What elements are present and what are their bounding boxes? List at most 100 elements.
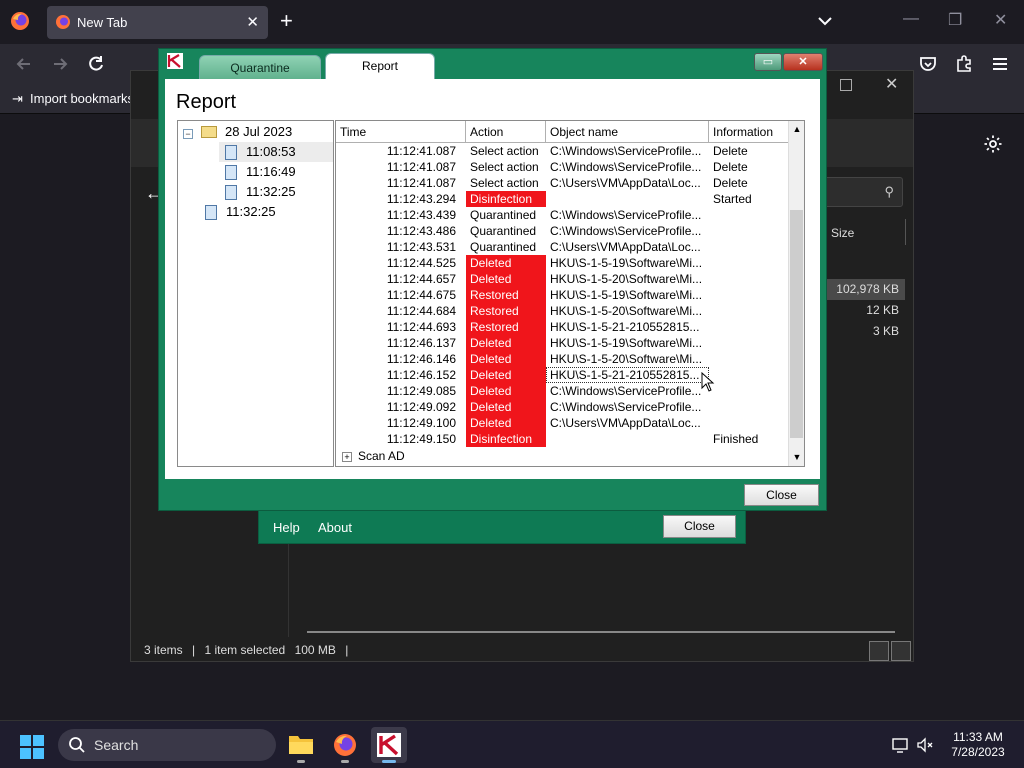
firefox-logo-icon[interactable] (10, 11, 30, 31)
list-item[interactable]: 11:12:41.087 Select action C:\Windows\Serv… (336, 143, 788, 159)
maximize-icon[interactable] (840, 79, 852, 91)
column-header-time[interactable]: Time (336, 121, 466, 142)
column-header-size[interactable]: Size (831, 226, 854, 240)
file-size-cell[interactable]: 12 KB (821, 300, 905, 321)
about-link[interactable]: About (318, 520, 352, 535)
windows-start-icon[interactable] (20, 735, 44, 759)
tab-quarantine[interactable]: Quarantine (199, 55, 321, 80)
list-item[interactable]: 11:12:44.693 Restored HKU\S-1-5-21-2105528… (336, 319, 788, 335)
list-item[interactable]: 11:12:43.486 Quarantined C:\Windows\Servic… (336, 223, 788, 239)
cell-action: Quarantined (470, 240, 537, 254)
taskbar-file-explorer[interactable] (283, 727, 319, 763)
minimize-icon[interactable]: ▭ (754, 53, 782, 71)
scroll-down-arrow-icon[interactable]: ▼ (791, 450, 803, 464)
cell-time: 11:12:43.486 (386, 224, 456, 238)
list-item[interactable]: 11:12:49.085 Deleted C:\Windows\ServicePro… (336, 383, 788, 399)
list-item[interactable]: 11:12:41.087 Select action C:\Users\VM\App… (336, 175, 788, 191)
list-item[interactable]: 11:12:43.531 Quarantined C:\Users\VM\AppDa… (336, 239, 788, 255)
scroll-up-arrow-icon[interactable]: ▲ (791, 122, 803, 136)
firefox-tab-icon (56, 15, 70, 29)
extensions-puzzle-icon[interactable] (954, 54, 974, 74)
pocket-icon[interactable] (918, 54, 938, 74)
expand-toggle-icon[interactable]: + (342, 452, 352, 462)
system-clock[interactable]: 11:33 AM 7/28/2023 (940, 730, 1016, 760)
list-item[interactable]: 11:12:46.137 Deleted HKU\S-1-5-19\Software… (336, 335, 788, 351)
back-arrow-icon[interactable] (14, 54, 34, 74)
network-display-icon[interactable] (892, 736, 910, 754)
details-view-icon[interactable] (869, 641, 889, 661)
list-item[interactable]: 11:12:44.657 Deleted HKU\S-1-5-20\Software… (336, 271, 788, 287)
list-item[interactable]: 11:12:46.152 Deleted HKU\S-1-5-21-21055281… (336, 367, 788, 383)
taskbar-firefox[interactable] (327, 727, 363, 763)
file-size-cell[interactable]: 3 KB (821, 321, 905, 342)
hamburger-menu-icon[interactable] (990, 54, 1010, 74)
folder-icon (201, 126, 217, 138)
cell-information (709, 287, 788, 303)
reload-icon[interactable] (86, 54, 106, 74)
clock-time: 11:33 AM (953, 730, 1003, 744)
tree-node-scan-ad[interactable]: + Scan AD (342, 449, 405, 463)
cell-time: 11:12:49.085 (386, 384, 456, 398)
report-body: Report − 28 Jul 2023 11:08:53 11:16:49 1… (165, 79, 820, 479)
close-icon[interactable]: ✕ (783, 53, 823, 71)
list-all-tabs-chevron-down-icon[interactable] (816, 12, 834, 30)
list-item[interactable]: 11:12:44.684 Restored HKU\S-1-5-20\Softwar… (336, 303, 788, 319)
tab-new-tab[interactable]: New Tab ✕ (47, 6, 268, 39)
scan-group-label: Scan AD (358, 449, 405, 463)
cell-action: Quarantined (470, 208, 537, 222)
list-item[interactable]: 11:12:44.525 Deleted HKU\S-1-5-19\Software… (336, 255, 788, 271)
tree-node-report[interactable]: 11:32:25 (199, 202, 333, 222)
list-item[interactable]: 11:12:43.439 Quarantined C:\Windows\Servic… (336, 207, 788, 223)
scrollbar-thumb[interactable] (790, 210, 803, 438)
file-size-cell[interactable]: 102,978 KB (821, 279, 905, 300)
running-indicator (382, 760, 396, 763)
cell-information (709, 255, 788, 271)
cell-information (709, 223, 788, 239)
cell-information (709, 335, 788, 351)
taskbar-kaspersky[interactable] (371, 727, 407, 763)
list-item[interactable]: 11:12:44.675 Restored HKU\S-1-5-19\Softwar… (336, 287, 788, 303)
tiles-view-icon[interactable] (891, 641, 911, 661)
help-link[interactable]: Help (273, 520, 300, 535)
horizontal-scrollbar[interactable] (307, 631, 895, 633)
new-tab-button[interactable]: + (280, 10, 293, 32)
restore-icon[interactable]: ❐ (948, 10, 962, 30)
column-header-information[interactable]: Information (709, 121, 788, 142)
tree-node-label: 28 Jul 2023 (225, 124, 293, 139)
import-bookmarks-link[interactable]: ⇥ Import bookmarks... (12, 91, 145, 107)
volume-muted-icon[interactable] (916, 736, 934, 754)
tree-node-report[interactable]: 11:16:49 (219, 162, 333, 182)
close-tab-icon[interactable]: ✕ (246, 13, 259, 31)
list-item[interactable]: 11:12:49.100 Deleted C:\Users\VM\AppData\L… (336, 415, 788, 431)
cell-object-name (546, 431, 709, 447)
cell-information: Delete (713, 160, 748, 174)
tree-node-report[interactable]: 11:32:25 (219, 182, 333, 202)
taskbar-search-box[interactable]: Search (58, 729, 276, 761)
tree-node-date[interactable]: − 28 Jul 2023 (178, 122, 333, 142)
column-header-object-name[interactable]: Object name (546, 121, 709, 142)
list-item[interactable]: 11:12:49.150 Disinfection Finished (336, 431, 788, 447)
vertical-scrollbar[interactable]: ▲ ▼ (788, 121, 804, 466)
minimize-icon[interactable]: — (903, 10, 919, 28)
cell-information (709, 319, 788, 335)
document-icon (205, 205, 217, 221)
list-item[interactable]: 11:12:43.294 Disinfection Started (336, 191, 788, 207)
main-close-button[interactable]: Close (663, 515, 736, 538)
close-icon[interactable]: ✕ (885, 74, 898, 94)
status-selected: 1 item selected (204, 643, 286, 657)
collapse-toggle-icon[interactable]: − (183, 129, 193, 139)
tab-report[interactable]: Report (325, 53, 435, 81)
cell-object-name: HKU\S-1-5-19\Software\Mi... (550, 256, 703, 270)
list-item[interactable]: 11:12:46.146 Deleted HKU\S-1-5-20\Software… (336, 351, 788, 367)
settings-gear-icon[interactable] (983, 134, 1003, 154)
list-item[interactable]: 11:12:41.087 Select action C:\Windows\Serv… (336, 159, 788, 175)
search-box[interactable]: ⚲ (821, 177, 903, 207)
column-header-action[interactable]: Action (466, 121, 546, 142)
list-item[interactable]: 11:12:49.092 Deleted C:\Windows\ServicePro… (336, 399, 788, 415)
cell-action: Deleted (466, 271, 546, 287)
forward-arrow-icon[interactable] (50, 54, 70, 74)
report-close-button[interactable]: Close (744, 484, 819, 506)
tree-node-report[interactable]: 11:08:53 (219, 142, 333, 162)
close-window-icon[interactable]: ✕ (994, 10, 1007, 30)
cell-object-name: C:\Users\VM\AppData\Loc... (550, 240, 701, 254)
